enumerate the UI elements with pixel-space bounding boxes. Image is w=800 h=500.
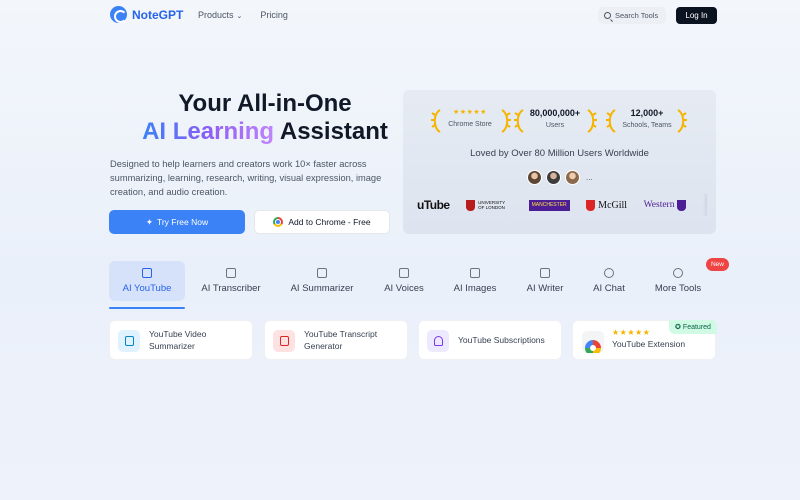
youtube-logo: uTube — [417, 198, 450, 212]
shield-icon — [677, 199, 687, 211]
chat-icon — [604, 268, 614, 278]
tab-ai-transcriber[interactable]: AI Transcriber — [193, 261, 269, 301]
western-logo: Western — [644, 199, 687, 211]
chevron-down-icon: ⌄ — [236, 13, 243, 20]
hero-description: Designed to help learners and creators w… — [110, 159, 382, 197]
nav-products[interactable]: Products ⌄ — [198, 10, 242, 20]
tool-card-youtube-extension[interactable]: ★★★★★ YouTube Extension ✪ Featured — [572, 320, 717, 360]
hero-title-gradient: AI Learning — [142, 118, 275, 145]
more-icon — [673, 268, 683, 278]
tab-ai-images[interactable]: AI Images — [437, 261, 513, 301]
user-avatars: ... — [527, 170, 593, 185]
laurel-right-icon — [587, 109, 597, 133]
search-tools-button[interactable]: Search Tools — [598, 7, 666, 24]
search-tools-label: Search Tools — [615, 11, 659, 20]
shield-icon — [586, 199, 596, 211]
brand-name: NoteGPT — [132, 7, 184, 22]
brand-logo[interactable]: NoteGPT — [110, 6, 183, 23]
chrome-icon — [273, 217, 284, 227]
stat-schools: 12,000+ Schools, Teams — [622, 108, 672, 129]
add-to-chrome-button[interactable]: Add to Chrome - Free — [254, 210, 390, 234]
tab-ai-youtube[interactable]: AI YouTube — [109, 261, 185, 301]
play-icon — [142, 268, 152, 278]
hero-title-rest: Assistant — [274, 118, 388, 145]
award-icon: ✪ — [675, 324, 681, 331]
new-badge: New — [706, 258, 729, 271]
tab-ai-chat[interactable]: AI Chat — [571, 261, 647, 301]
logos-fade — [702, 194, 707, 216]
hero-title-line1: Your All-in-One — [178, 90, 352, 117]
image-icon — [470, 268, 480, 278]
try-free-button[interactable]: ✦ Try Free Now — [109, 210, 245, 234]
university-of-london-logo: UNIVERSITY OF LONDON — [466, 199, 512, 211]
partner-logos: uTube UNIVERSITY OF LONDON MANCHESTER Mc… — [417, 194, 707, 216]
main-nav: Products ⌄ Pricing — [198, 10, 288, 20]
pen-icon — [540, 268, 550, 278]
tab-ai-voices[interactable]: AI Voices — [366, 261, 442, 301]
avatar — [565, 170, 580, 185]
mcgill-logo: McGill — [586, 199, 627, 211]
login-button[interactable]: Log In — [676, 7, 717, 24]
document-icon — [118, 330, 140, 352]
cc-icon — [273, 330, 295, 352]
manchester-logo: MANCHESTER — [528, 199, 570, 211]
document-icon — [317, 268, 327, 278]
tab-ai-summarizer[interactable]: AI Summarizer — [284, 261, 360, 301]
stats-tagline: Loved by Over 80 Million Users Worldwide — [470, 148, 649, 159]
tool-card-subscriptions[interactable]: YouTube Subscriptions — [418, 320, 562, 360]
tool-category-tabs: AI YouTube AI Transcriber AI Summarizer … — [109, 258, 729, 309]
stats-card: ★★★★★ Chrome Store 80,000,000+ Users 12,… — [403, 90, 716, 234]
avatars-more: ... — [586, 173, 593, 182]
top-header: NoteGPT Products ⌄ Pricing Search Tools L… — [0, 0, 800, 30]
laurel-right-icon — [677, 109, 687, 133]
nav-pricing[interactable]: Pricing — [260, 10, 288, 20]
voice-icon — [399, 268, 409, 278]
cc-icon — [226, 268, 236, 278]
bell-icon — [427, 330, 449, 352]
rating-stars: ★★★★★ — [453, 109, 487, 116]
tab-more-tools[interactable]: More Tools — [640, 261, 716, 301]
crest-icon — [466, 199, 476, 211]
tool-card-transcript-generator[interactable]: YouTube Transcript Generator — [264, 320, 408, 360]
laurel-right-icon — [501, 109, 511, 133]
featured-badge: ✪ Featured — [669, 320, 717, 334]
chrome-icon — [582, 331, 604, 353]
search-icon — [604, 12, 611, 19]
avatar — [527, 170, 542, 185]
stat-users: 80,000,000+ Users — [529, 108, 581, 129]
hero-title-line2: AI Learning Assistant — [110, 118, 420, 146]
sparkle-icon: ✦ — [145, 216, 153, 227]
active-tab-indicator — [109, 307, 185, 309]
stat-chrome-store: ★★★★★ Chrome Store — [430, 108, 510, 128]
avatar — [546, 170, 561, 185]
tool-card-video-summarizer[interactable]: YouTube Video Summarizer — [109, 320, 253, 360]
notegpt-logo-icon — [110, 6, 127, 23]
